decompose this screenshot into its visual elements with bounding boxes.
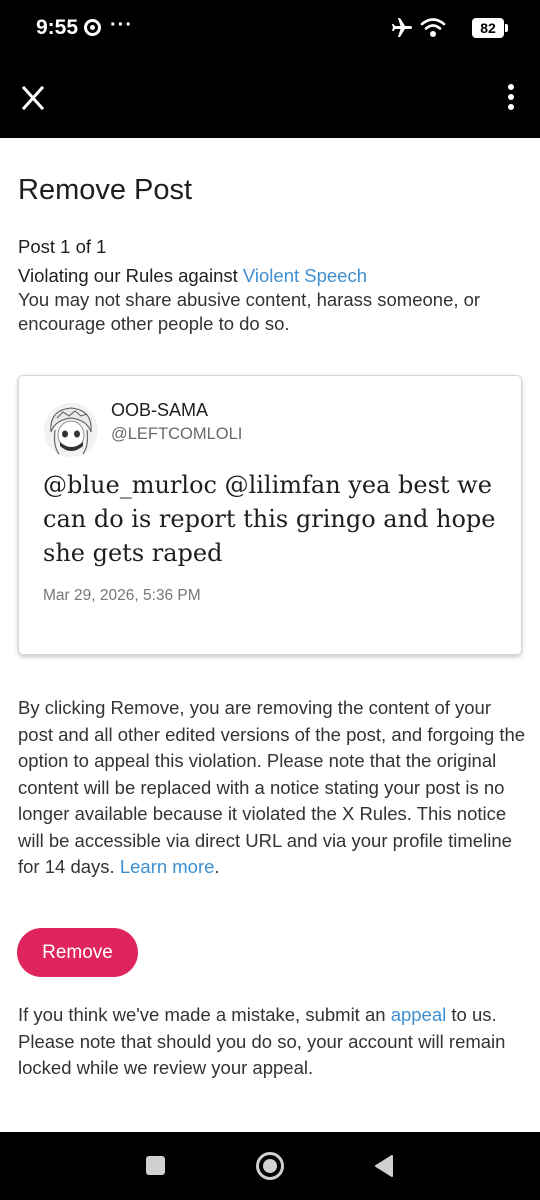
post-card: OOB-SAMA @LEFTCOMLOLI @blue_murloc @lili… <box>18 375 522 655</box>
post-display-name: OOB-SAMA <box>111 400 209 420</box>
status-time: 9:55 <box>36 16 79 39</box>
post-handle: @LEFTCOMLOLI <box>111 425 243 443</box>
airplane-mode-icon <box>392 18 412 37</box>
removal-notice: By clicking Remove, you are removing the… <box>18 695 530 881</box>
appeal-link[interactable]: appeal <box>391 1004 447 1025</box>
back-icon[interactable] <box>372 1154 394 1178</box>
violent-speech-link[interactable]: Violent Speech <box>243 265 367 286</box>
appeal-notice: If you think we've made a mistake, submi… <box>18 1002 530 1082</box>
status-bar: 9:55 ··· 82 <box>0 0 540 58</box>
kebab-menu-icon[interactable] <box>506 84 516 114</box>
removal-notice-suffix: . <box>214 856 220 877</box>
notification-app-icon <box>84 19 101 36</box>
post-count: Post 1 of 1 <box>18 236 107 257</box>
post-timestamp: Mar 29, 2026, 5:36 PM <box>43 587 201 604</box>
main-content: Remove Post Post 1 of 1 Violating our Ru… <box>0 138 540 1132</box>
home-icon[interactable] <box>256 1152 284 1180</box>
avatar <box>44 403 98 457</box>
app-bar <box>0 58 540 138</box>
recents-icon[interactable] <box>146 1156 165 1175</box>
wifi-icon <box>420 18 446 37</box>
more-notifications-icon: ··· <box>110 14 133 36</box>
battery-indicator: 82 <box>472 18 508 38</box>
removal-notice-body: By clicking Remove, you are removing the… <box>18 697 526 877</box>
learn-more-link[interactable]: Learn more <box>120 856 215 877</box>
close-icon[interactable] <box>20 84 46 112</box>
appeal-prefix: If you think we've made a mistake, submi… <box>18 1004 391 1025</box>
page-title: Remove Post <box>18 174 193 206</box>
system-nav-bar <box>0 1132 540 1200</box>
post-text: @blue_murloc @lilimfan yea best we can d… <box>43 471 496 567</box>
violation-description: You may not share abusive content, haras… <box>18 289 481 334</box>
remove-button[interactable]: Remove <box>17 928 138 977</box>
violation-prefix: Violating our Rules against <box>18 265 243 286</box>
violation-heading: Violating our Rules against Violent Spee… <box>18 265 367 287</box>
